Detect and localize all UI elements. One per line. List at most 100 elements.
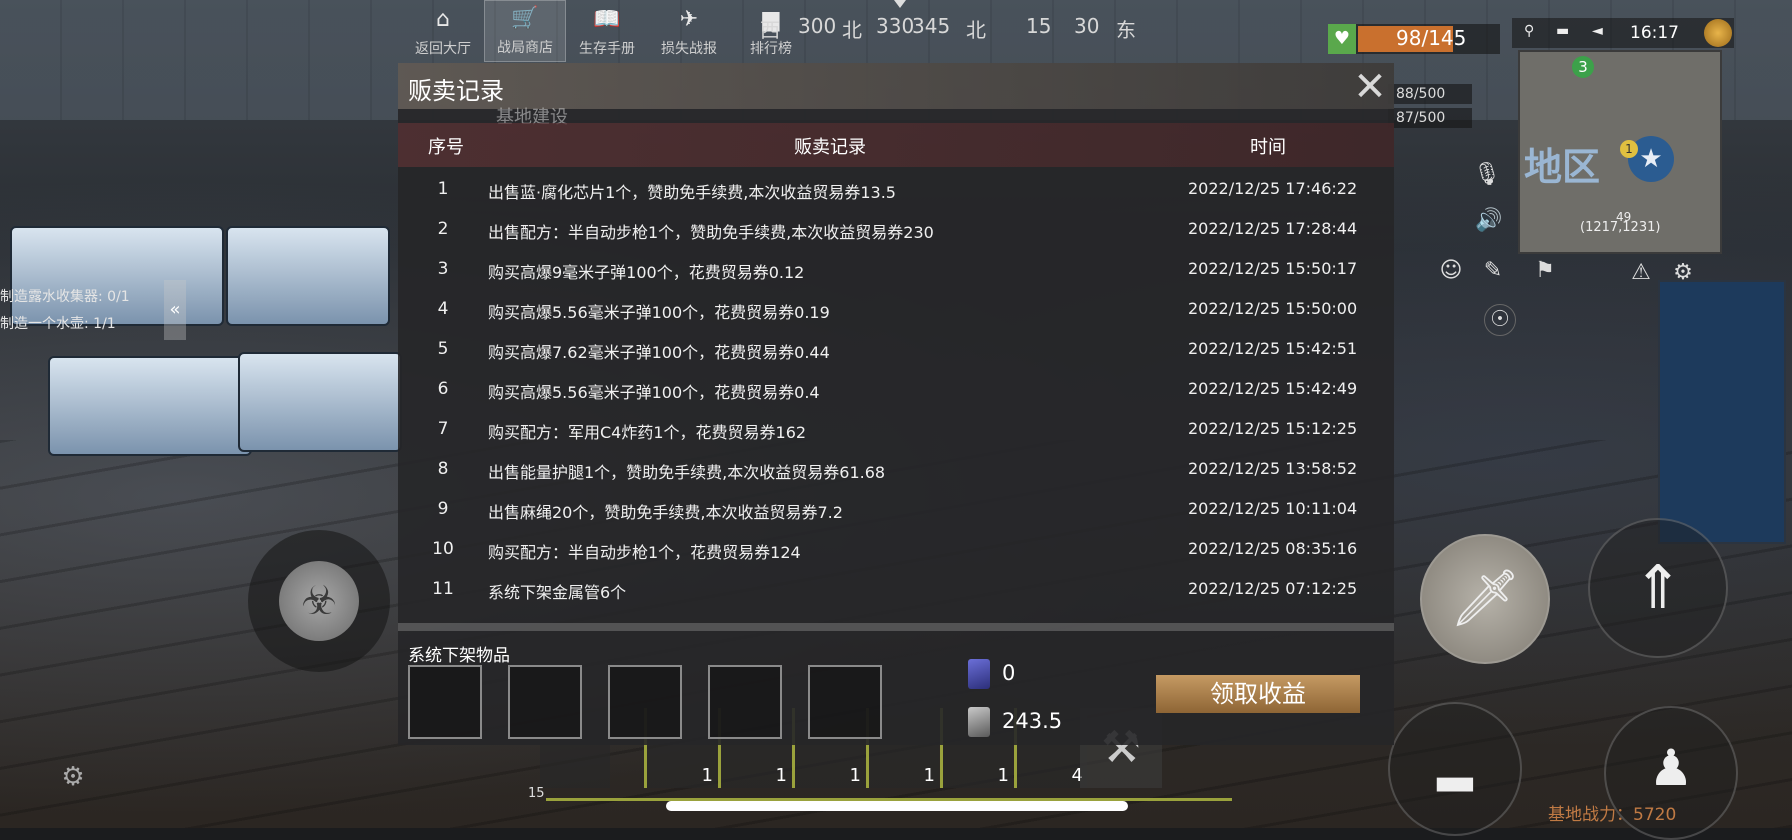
objective-item: 制造露水收集器: 0/1 — [0, 289, 130, 305]
nav-label: 生存手册 — [579, 41, 635, 57]
home-icon: ⌂ — [436, 6, 450, 32]
storage-crate — [238, 352, 402, 452]
collapse-objectives-button[interactable]: « — [164, 280, 186, 340]
flag-icon[interactable]: ⚑ — [1530, 256, 1560, 286]
home-indicator[interactable] — [666, 801, 1128, 811]
row-time: 2022/12/25 08:35:16 — [1188, 539, 1358, 558]
nav-survival-manual[interactable]: 📖 生存手册 — [566, 0, 648, 62]
nav-loss-report[interactable]: ✈ 损失战报 — [648, 0, 730, 62]
row-index: 11 — [432, 579, 454, 599]
slot-count: 1 — [775, 765, 787, 786]
removed-item-slot[interactable] — [808, 665, 882, 739]
loss-report-icon: ✈ — [679, 6, 699, 32]
table-row: 7 购买配方：军用C4炸药1个，花费贸易券162 2022/12/25 15:12:… — [398, 409, 1394, 449]
biohazard-icon: ☣ — [279, 561, 359, 641]
table-row: 2 出售配方：半自动步枪1个，赞助免手续费,本次收益贸易券230 2022/12/2… — [398, 209, 1394, 249]
removed-item-slot[interactable] — [408, 665, 482, 739]
row-index: 1 — [437, 179, 449, 199]
row-record: 购买高爆5.56毫米子弹100个，花费贸易券0.4 — [488, 383, 820, 402]
row-index: 3 — [437, 259, 449, 279]
nav-return-lobby[interactable]: ⌂ 返回大厅 — [402, 0, 484, 62]
top-nav: ⌂ 返回大厅 🛒 战局商店 📖 生存手册 ✈ 损失战报 ▆ 排行榜 — [402, 0, 812, 62]
health-value: 98/145 — [1396, 26, 1467, 50]
warning-icon[interactable]: ⚠ — [1626, 258, 1656, 288]
removed-item-slot[interactable] — [608, 665, 682, 739]
health-bar: ♥ 98/145 — [1328, 24, 1500, 54]
row-time: 2022/12/25 17:46:22 — [1188, 179, 1358, 198]
compass-label: 北 — [842, 18, 862, 42]
row-record: 出售配方：半自动步枪1个，赞助免手续费,本次收益贸易券230 — [488, 223, 934, 242]
movement-joystick[interactable]: ☣ — [248, 530, 390, 672]
row-time: 2022/12/25 15:12:25 — [1188, 419, 1358, 438]
table-row: 10 购买配方：半自动步枪1个，花费贸易券124 2022/12/25 08:35:… — [398, 529, 1394, 569]
base-power: 基地战力：5720 — [1548, 805, 1677, 825]
speaker-icon[interactable]: 🔊 — [1474, 206, 1504, 236]
nav-battle-shop[interactable]: 🛒 战局商店 — [484, 0, 566, 62]
food-stat: 88/500 — [1388, 84, 1472, 104]
compass-label: 300 — [798, 14, 837, 38]
table-row: 4 购买高爆5.56毫米子弹100个，花费贸易券0.19 2022/12/25 15… — [398, 289, 1394, 329]
compass-label: 西 — [760, 18, 780, 42]
slot-count: 1 — [923, 765, 935, 786]
signal-icon: ⚲ — [1524, 23, 1535, 39]
compass-label: 15 — [1026, 14, 1052, 38]
compass-label: 东 — [1116, 18, 1136, 42]
table-row: 8 出售能量护腿1个，赞助免手续费,本次收益贸易券61.68 2022/12/25 … — [398, 449, 1394, 489]
table-row: 3 购买高爆9毫米子弹100个，花费贸易券0.12 2022/12/25 15:50… — [398, 249, 1394, 289]
row-time: 2022/12/25 07:12:25 — [1188, 579, 1358, 598]
jump-button[interactable]: ⇑ — [1588, 518, 1728, 658]
close-icon[interactable]: ✕ — [1350, 67, 1390, 107]
nav-label: 返回大厅 — [415, 41, 471, 57]
knife-attack-button[interactable]: 🗡 — [1420, 534, 1550, 664]
table-row: 11 系统下架金属管6个 2022/12/25 07:12:25 — [398, 569, 1394, 609]
header-index: 序号 — [428, 137, 464, 158]
player-level: 15 — [528, 786, 545, 801]
compass-label: 北 — [966, 18, 986, 42]
record-list[interactable]: 1 出售蓝·腐化芯片1个，赞助免手续费,本次收益贸易券13.5 2022/12/25… — [398, 169, 1394, 685]
gear-icon[interactable]: ⚙ — [1668, 258, 1698, 288]
water-stat: 87/500 — [1388, 108, 1472, 128]
row-index: 6 — [437, 379, 449, 399]
trade-ticket-icon — [968, 707, 990, 737]
slot-count: 1 — [849, 765, 861, 786]
map-gear-icon[interactable]: ⚙ — [48, 752, 98, 802]
table-row: 6 购买高爆5.56毫米子弹100个，花费贸易券0.4 2022/12/25 15:… — [398, 369, 1394, 409]
row-record: 系统下架金属管6个 — [488, 583, 627, 602]
compass-label: 330 — [876, 14, 915, 38]
minimap-badge: 3 — [1572, 56, 1594, 78]
table-header: 序号 贩卖记录 时间 — [398, 123, 1394, 167]
row-time: 2022/12/25 13:58:52 — [1188, 459, 1358, 478]
compass-label: 345 — [912, 14, 951, 38]
row-time: 2022/12/25 15:50:00 — [1188, 299, 1358, 318]
squad-icon[interactable]: ☉ — [1484, 304, 1516, 336]
row-index: 7 — [437, 419, 449, 439]
minimap[interactable]: 3 地区 ★ 1 49 (1217,1231) — [1518, 50, 1722, 254]
row-index: 4 — [437, 299, 449, 319]
player-marker: 1 — [1620, 140, 1638, 158]
removed-item-slot[interactable] — [708, 665, 782, 739]
microphone-muted-icon[interactable]: 🎙 — [1472, 160, 1502, 190]
row-record: 出售麻绳20个，赞助免手续费,本次收益贸易券7.2 — [488, 503, 843, 522]
compass-strip: 西 300 北 330 345 北 15 30 东 — [760, 0, 1160, 48]
removed-item-slot[interactable] — [508, 665, 582, 739]
trade-ticket-amount: 243.5 — [1002, 709, 1063, 733]
slot-count: 1 — [997, 765, 1009, 786]
claim-earnings-button[interactable]: 领取收益 — [1156, 675, 1360, 713]
nav-label: 战局商店 — [497, 40, 553, 56]
objective-item: 制造一个水壶: 1/1 — [0, 316, 116, 332]
mask-icon[interactable]: ☺ — [1436, 256, 1466, 286]
prone-button[interactable]: ▂ — [1388, 702, 1522, 836]
row-time: 2022/12/25 10:11:04 — [1188, 499, 1358, 518]
row-index: 10 — [432, 539, 454, 559]
compass-label: 30 — [1074, 14, 1100, 38]
minimap-coords: (1217,1231) — [1580, 220, 1661, 235]
dialog-title: 贩卖记录 — [408, 77, 504, 105]
row-record: 出售能量护腿1个，赞助免手续费,本次收益贸易券61.68 — [488, 463, 886, 482]
minimap-region-label: 地区 — [1524, 145, 1601, 189]
nav-label: 损失战报 — [661, 41, 717, 57]
fish-icon: ◄ — [1592, 23, 1603, 39]
objective-list: 制造露水收集器: 0/1 制造一个水壶: 1/1 — [0, 284, 130, 338]
premium-ticket-amount: 0 — [1002, 661, 1016, 685]
vehicle-icon: ▬ — [1556, 23, 1570, 39]
flashlight-icon[interactable]: ✎ — [1478, 256, 1508, 286]
